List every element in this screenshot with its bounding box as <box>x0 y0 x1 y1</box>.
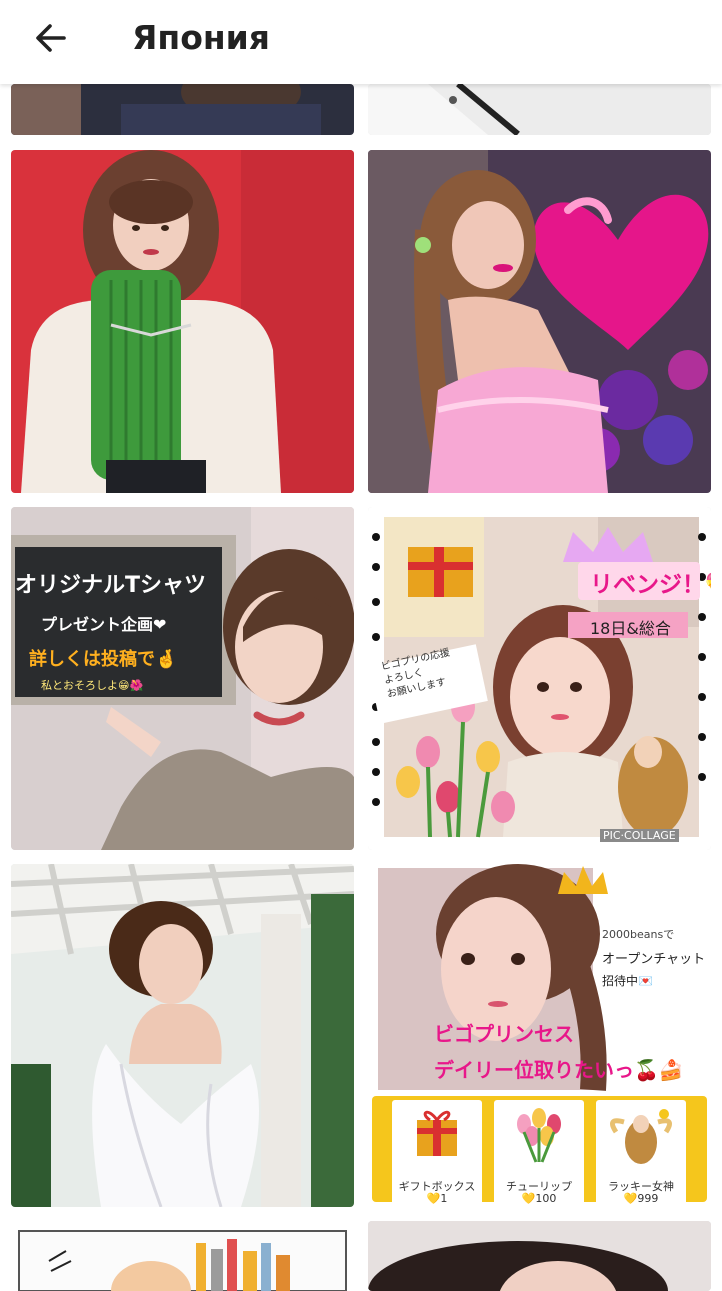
photo-thumbnail <box>11 864 354 1207</box>
gift-tile: チューリップ 💛100 <box>494 1100 584 1207</box>
photo-thumbnail <box>11 150 354 493</box>
photo-card[interactable] <box>368 1221 711 1291</box>
arrow-left-icon <box>36 24 66 52</box>
photo-thumbnail <box>11 84 354 135</box>
lucky-goddess-icon <box>609 1109 673 1164</box>
back-button[interactable] <box>26 12 78 64</box>
promo-line: 2000beansで <box>602 928 675 941</box>
app-header: Япония <box>0 0 722 84</box>
promo-title: ビゴプリンセス <box>434 1022 574 1046</box>
gift-price: 💛1 <box>426 1192 448 1205</box>
sign-line: プレゼント企画❤ <box>41 615 167 634</box>
photo-card[interactable]: 2000beansで オープンチャット 招待中💌 ビゴプリンセス デイリー位取り… <box>368 864 711 1207</box>
sign-line: 詳しくは投稿で🤞 <box>29 649 178 670</box>
photo-card[interactable]: オリジナルTシャツ プレゼント企画❤ 詳しくは投稿で🤞 私とおそろしよ😁🌺 <box>11 507 354 850</box>
page-title: Япония <box>132 18 270 57</box>
photo-thumbnail <box>368 1221 711 1291</box>
photo-card[interactable] <box>11 84 354 135</box>
photo-thumbnail <box>11 1221 354 1291</box>
gift-price: 💛999 <box>623 1192 659 1205</box>
photo-card[interactable] <box>368 84 711 135</box>
sign-title: オリジナルTシャツ <box>15 573 207 598</box>
photo-card[interactable] <box>11 864 354 1207</box>
promo-line: オープンチャット <box>602 952 706 967</box>
photo-card[interactable] <box>11 1221 354 1291</box>
sign-line: 私とおそろしよ😁🌺 <box>41 679 144 692</box>
photo-thumbnail <box>368 84 711 135</box>
promo-line: 招待中💌 <box>602 974 653 988</box>
photo-card[interactable] <box>11 150 354 493</box>
tulip-icon <box>517 1108 561 1163</box>
collage-tag: 18日&総合 <box>590 619 671 638</box>
collage-watermark: PIC·COLLAGE <box>600 829 679 842</box>
gift-box-icon <box>417 1110 457 1156</box>
photo-card[interactable] <box>368 150 711 493</box>
gift-price: 💛100 <box>521 1192 557 1205</box>
photo-thumbnail <box>368 150 711 493</box>
gift-tile: ギフトボックス 💛1 <box>392 1100 482 1207</box>
photo-card[interactable]: リベンジ！💝 18日&総合 ビゴプリの応援 よろしく お願いします PIC·CO… <box>368 507 711 850</box>
collage-banner: リベンジ！💝 <box>590 572 711 598</box>
promo-title: デイリー位取りたいっ🍒🍰 <box>434 1058 684 1082</box>
gift-tile: ラッキー女神 💛999 <box>596 1100 686 1207</box>
